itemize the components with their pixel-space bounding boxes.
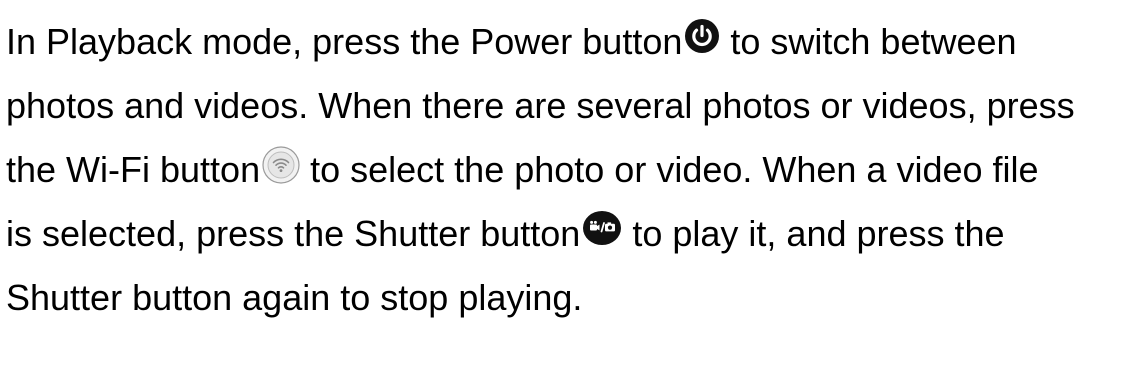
paragraph-line-4: is selected, press the Shutter button to… [6,206,1005,262]
wifi-icon [262,146,300,184]
text-segment: is selected, press the Shutter button [6,213,581,254]
paragraph-line-1: In Playback mode, press the Power button… [6,14,1017,70]
power-icon [684,18,720,54]
text-segment: photos and videos. When there are severa… [6,85,1075,126]
paragraph-line-5: Shutter button again to stop playing. [6,270,582,326]
text-segment: to play it, and press the [622,213,1005,254]
shutter-icon [582,210,622,246]
text-segment: to switch between [720,21,1017,62]
text-segment: Shutter button again to stop playing. [6,277,583,318]
paragraph-line-3: the Wi-Fi button to select the photo or … [6,142,1039,198]
text-segment: In Playback mode, press the Power button [6,21,683,62]
text-segment: the Wi-Fi button [6,149,261,190]
text-segment: to select the photo or video. When a vid… [300,149,1039,190]
paragraph-line-2: photos and videos. When there are severa… [6,78,1075,134]
